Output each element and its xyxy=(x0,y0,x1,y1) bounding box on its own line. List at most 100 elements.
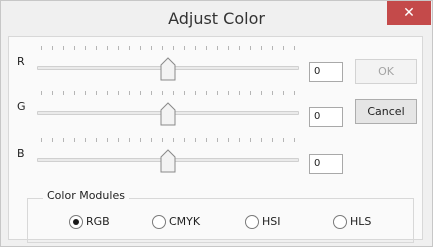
tick-mark xyxy=(173,91,174,95)
tick-mark xyxy=(41,46,42,50)
close-icon: ✕ xyxy=(403,5,415,21)
slider-thumb-r[interactable] xyxy=(160,57,176,81)
tick-mark xyxy=(162,91,163,95)
tick-mark xyxy=(96,138,97,142)
tick-mark xyxy=(250,46,251,50)
tick-mark xyxy=(151,46,152,50)
tick-mark xyxy=(107,138,108,142)
ok-button[interactable]: OK xyxy=(355,59,417,84)
slider-label-r: R xyxy=(17,55,25,68)
tick-mark xyxy=(283,91,284,95)
tick-mark xyxy=(228,91,229,95)
tick-mark xyxy=(129,91,130,95)
tick-mark xyxy=(118,46,119,50)
tick-mark xyxy=(195,46,196,50)
slider-row-b: B 0 xyxy=(0,133,343,174)
slider-label-g: G xyxy=(17,100,26,113)
cancel-button[interactable]: Cancel xyxy=(355,99,417,124)
tick-mark xyxy=(294,138,295,142)
tick-mark xyxy=(63,138,64,142)
dialog-title: Adjust Color xyxy=(168,9,265,28)
tick-mark xyxy=(250,138,251,142)
tick-mark xyxy=(283,138,284,142)
tick-mark xyxy=(63,46,64,50)
tick-mark xyxy=(129,138,130,142)
tick-mark xyxy=(140,138,141,142)
tick-mark xyxy=(151,91,152,95)
tick-mark xyxy=(184,46,185,50)
tick-mark xyxy=(151,138,152,142)
radio-label-cmyk: CMYK xyxy=(169,215,201,228)
tick-mark xyxy=(217,46,218,50)
radio-label-hsi: HSI xyxy=(262,215,281,228)
tick-mark xyxy=(272,46,273,50)
tick-mark xyxy=(217,138,218,142)
tick-mark xyxy=(261,91,262,95)
tick-mark xyxy=(162,138,163,142)
tick-mark xyxy=(239,46,240,50)
tick-mark xyxy=(206,138,207,142)
tick-mark xyxy=(52,91,53,95)
tick-mark xyxy=(129,46,130,50)
tick-mark xyxy=(184,138,185,142)
tick-mark xyxy=(294,91,295,95)
tick-mark xyxy=(52,138,53,142)
tick-mark xyxy=(118,91,119,95)
tick-mark xyxy=(85,138,86,142)
tick-mark xyxy=(118,138,119,142)
tick-mark xyxy=(272,91,273,95)
tick-mark xyxy=(228,46,229,50)
tick-mark xyxy=(173,46,174,50)
tick-mark xyxy=(107,46,108,50)
slider-ticks-g xyxy=(41,91,297,101)
radio-circle-cmyk xyxy=(152,215,166,229)
tick-mark xyxy=(96,91,97,95)
tick-mark xyxy=(96,46,97,50)
tick-mark xyxy=(294,46,295,50)
tick-mark xyxy=(283,46,284,50)
tick-mark xyxy=(250,91,251,95)
tick-mark xyxy=(261,46,262,50)
radio-label-rgb: RGB xyxy=(86,215,110,228)
slider-ticks-r xyxy=(41,46,297,56)
tick-mark xyxy=(74,46,75,50)
tick-mark xyxy=(272,138,273,142)
tick-mark xyxy=(195,91,196,95)
radio-circle-rgb xyxy=(69,215,83,229)
tick-mark xyxy=(41,91,42,95)
radio-label-hls: HLS xyxy=(350,215,372,228)
slider-thumb-b[interactable] xyxy=(160,149,176,173)
close-button[interactable]: ✕ xyxy=(387,1,431,25)
tick-mark xyxy=(85,91,86,95)
radio-circle-hls xyxy=(333,215,347,229)
slider-ticks-b xyxy=(41,138,297,148)
slider-thumb-g[interactable] xyxy=(160,102,176,126)
radio-dot-rgb xyxy=(73,219,79,225)
tick-mark xyxy=(74,138,75,142)
value-field-r[interactable]: 0 xyxy=(309,62,343,82)
tick-mark xyxy=(261,138,262,142)
value-field-g[interactable]: 0 xyxy=(309,107,343,127)
tick-mark xyxy=(41,138,42,142)
tick-mark xyxy=(239,91,240,95)
slider-row-g: G 0 xyxy=(0,86,343,127)
tick-mark xyxy=(195,138,196,142)
tick-mark xyxy=(206,91,207,95)
value-field-b[interactable]: 0 xyxy=(309,154,343,174)
title-bar: Adjust Color ✕ xyxy=(1,1,432,37)
tick-mark xyxy=(63,91,64,95)
tick-mark xyxy=(184,91,185,95)
tick-mark xyxy=(74,91,75,95)
tick-mark xyxy=(162,46,163,50)
radio-circle-hsi xyxy=(245,215,259,229)
tick-mark xyxy=(140,91,141,95)
tick-mark xyxy=(206,46,207,50)
tick-mark xyxy=(52,46,53,50)
tick-mark xyxy=(239,138,240,142)
tick-mark xyxy=(173,138,174,142)
tick-mark xyxy=(217,91,218,95)
tick-mark xyxy=(228,138,229,142)
tick-mark xyxy=(140,46,141,50)
tick-mark xyxy=(107,91,108,95)
slider-label-b: B xyxy=(17,147,25,160)
